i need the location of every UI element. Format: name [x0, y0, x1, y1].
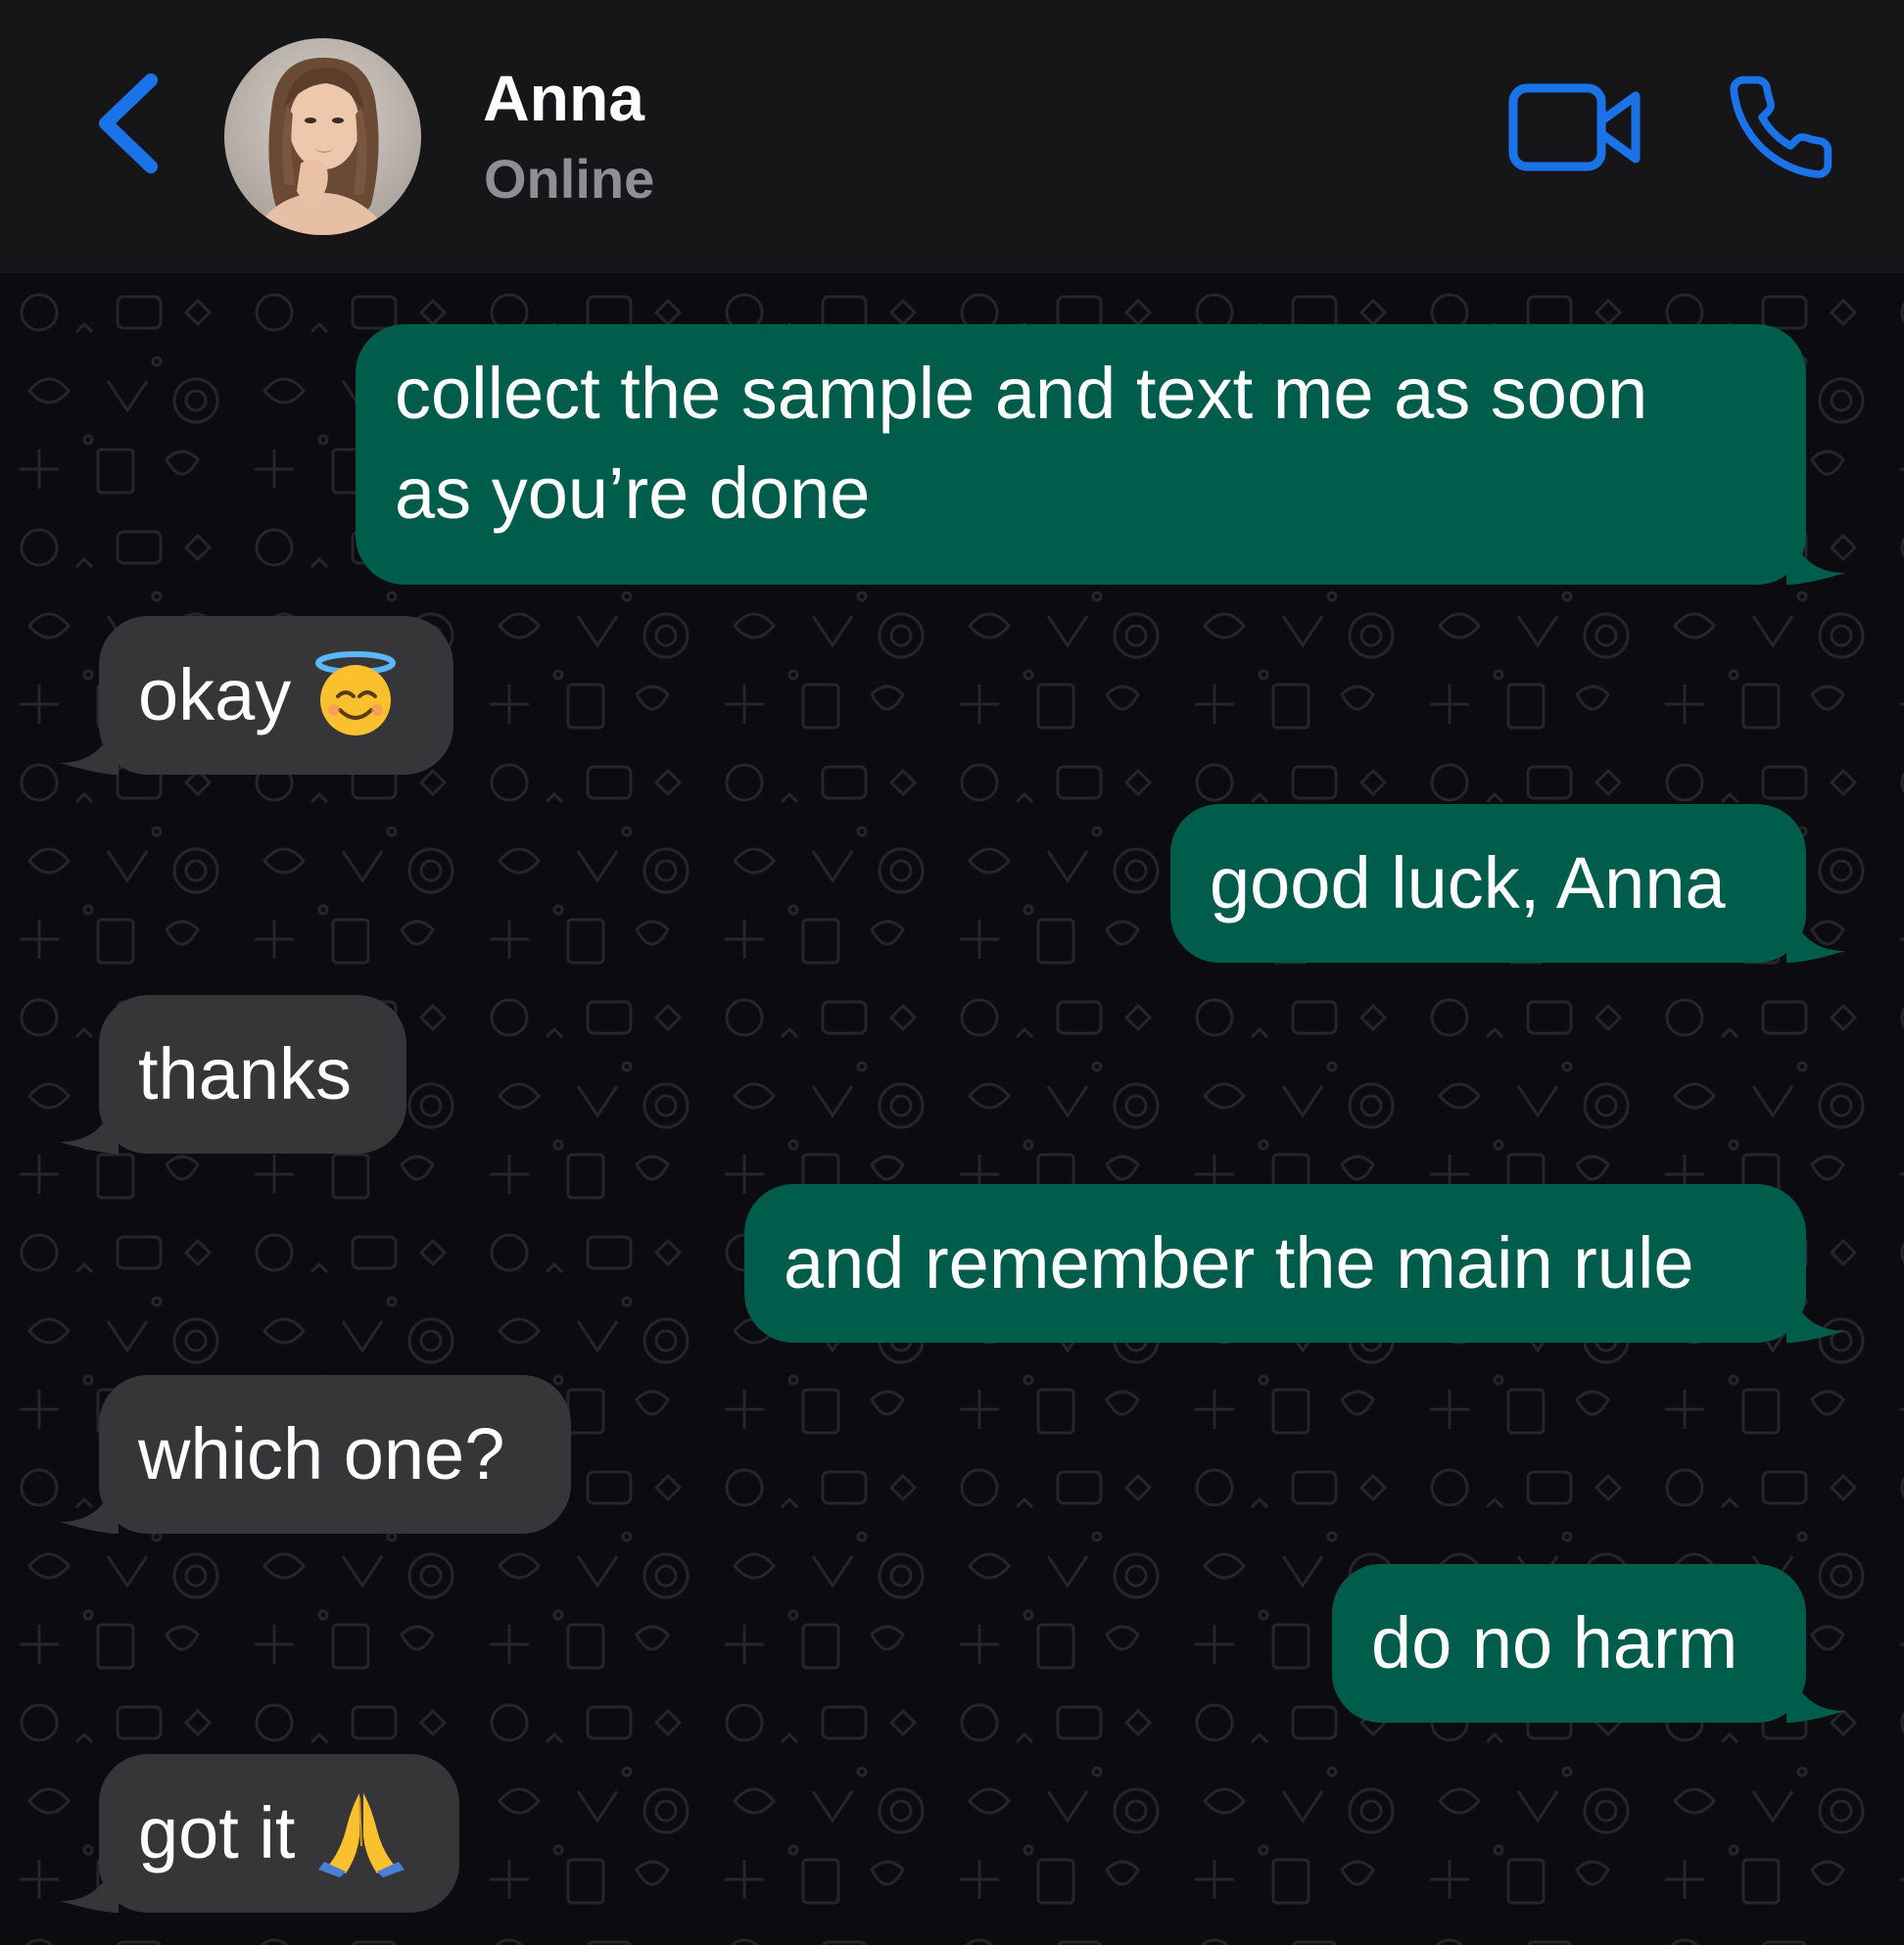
bubble-tail: [1786, 894, 1845, 963]
message-incoming[interactable]: okay: [60, 616, 453, 775]
message-outgoing[interactable]: and remember the main rule: [744, 1184, 1845, 1343]
chat-header: Anna Online: [0, 0, 1904, 273]
message-text: collect the sample and text me as soon a…: [395, 344, 1767, 544]
message-line: as you’re done: [395, 452, 871, 534]
message-outgoing[interactable]: good luck, Anna: [1170, 804, 1845, 963]
message-outgoing[interactable]: collect the sample and text me as soon a…: [356, 324, 1845, 585]
message-text: thanks: [138, 1033, 353, 1115]
avatar[interactable]: [224, 38, 421, 235]
bubble-tail: [60, 1465, 119, 1534]
contact-name[interactable]: Anna: [483, 59, 644, 137]
message-text: got it: [138, 1792, 296, 1874]
message-text: okay: [138, 654, 292, 735]
chevron-left-icon: [99, 73, 158, 173]
message-text: good luck, Anna: [1210, 842, 1726, 924]
bubble-tail: [1786, 1654, 1845, 1723]
message-text: do no harm: [1371, 1602, 1738, 1684]
message-outgoing[interactable]: do no harm: [1332, 1564, 1845, 1723]
folded-hands-icon: [318, 1793, 405, 1878]
chat-screen: Anna Online collect the sample and text …: [0, 0, 1904, 1945]
phone-icon: [1730, 75, 1833, 178]
bubble-tail: [1786, 516, 1845, 585]
bubble-tail: [60, 1085, 119, 1154]
contact-status: Online: [484, 148, 655, 210]
message-line: collect the sample and text me as soon: [395, 353, 1648, 434]
voice-call-button[interactable]: [1724, 71, 1837, 184]
bubble-tail: [60, 1844, 119, 1913]
smiling-face-with-halo-icon: [315, 651, 397, 736]
video-call-button[interactable]: [1508, 80, 1643, 174]
message-incoming[interactable]: got it: [60, 1754, 459, 1913]
avatar-photo: [224, 38, 421, 235]
bubble-tail: [1786, 1274, 1845, 1343]
video-camera-icon: [1508, 83, 1641, 171]
message-incoming[interactable]: thanks: [60, 995, 406, 1154]
back-button[interactable]: [86, 67, 174, 180]
message-list[interactable]: collect the sample and text me as soon a…: [0, 273, 1904, 1945]
message-text: which one?: [138, 1413, 505, 1494]
bubble-tail: [60, 706, 119, 775]
message-text: and remember the main rule: [784, 1222, 1694, 1304]
message-incoming[interactable]: which one?: [60, 1375, 571, 1534]
